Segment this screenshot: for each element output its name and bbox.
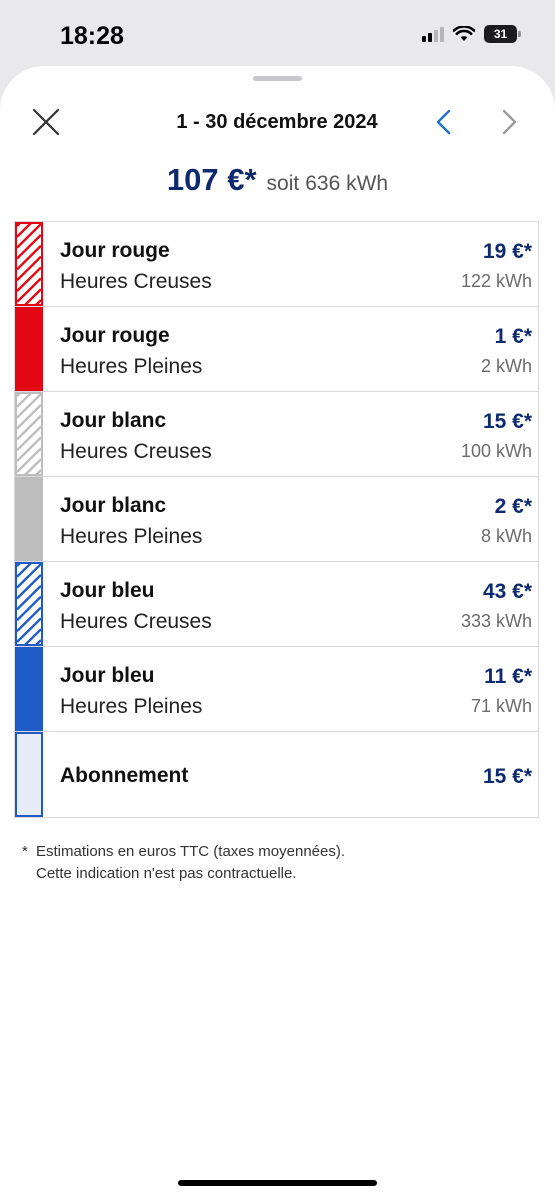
tariff-color-swatch (15, 477, 43, 561)
close-icon (32, 108, 60, 136)
tariff-price: 2 €* (494, 495, 532, 518)
total-energy: 636 kWh (305, 172, 389, 195)
tariff-color-swatch (15, 392, 43, 476)
tariff-row: Jour blanc Heures Creuses 15 €* 100 kWh (15, 392, 538, 477)
tariff-price: 43 €* (482, 580, 532, 603)
detail-sheet: 1 - 30 décembre 2024 107 €* soit 636 kWh J… (0, 66, 555, 1200)
status-bar: 18:28 31 (0, 0, 555, 66)
summary-soit: soit (266, 172, 300, 195)
tariff-color-swatch (15, 307, 43, 391)
tariff-color-swatch (15, 222, 43, 306)
status-icons: 31 (422, 25, 521, 43)
next-period-button[interactable] (493, 104, 525, 140)
tariff-energy: 2 kWh (480, 356, 532, 376)
tariff-energy: 333 kWh (460, 611, 532, 631)
tariff-row: Jour rouge Heures Pleines 1 €* 2 kWh (15, 307, 538, 392)
footnote-line-2: Cette indication n'est pas contractuelle… (36, 865, 297, 882)
tariff-energy: 71 kWh (470, 696, 532, 716)
total-amount: 107 €* (166, 162, 257, 197)
tariff-subtitle: Heures Creuses (60, 440, 212, 463)
tariff-price: 11 €* (484, 665, 532, 688)
tariff-subtitle: Heures Creuses (60, 270, 212, 293)
home-indicator (178, 1180, 377, 1186)
tariff-title: Jour bleu (60, 664, 155, 687)
chevron-left-icon (436, 109, 451, 135)
period-title: 1 - 30 décembre 2024 (176, 111, 378, 133)
footnote-line-1: Estimations en euros TTC (taxes moyennée… (36, 843, 346, 860)
footnote: * Estimations en euros TTC (taxes moyenn… (22, 841, 522, 885)
tariff-row: Jour rouge Heures Creuses 19 €* 122 kWh (15, 222, 538, 307)
wifi-icon (453, 26, 475, 41)
footnote-star: * (22, 843, 28, 860)
period-summary: 107 €* soit 636 kWh (0, 162, 555, 198)
previous-period-button[interactable] (428, 104, 460, 140)
tariff-title: Jour blanc (60, 409, 167, 432)
tariff-energy: 8 kWh (480, 526, 532, 546)
tariff-title: Jour rouge (60, 324, 170, 347)
tariff-color-swatch (15, 647, 43, 731)
sheet-grabber[interactable] (253, 76, 302, 81)
tariff-color-swatch (15, 562, 43, 646)
tariff-title: Abonnement (60, 764, 189, 787)
tariff-subtitle: Heures Pleines (60, 525, 203, 548)
status-time: 18:28 (60, 22, 124, 50)
tariff-energy: 100 kWh (460, 441, 532, 461)
tariff-row: Jour blanc Heures Pleines 2 €* 8 kWh (15, 477, 538, 562)
close-button[interactable] (28, 104, 64, 140)
tariff-energy: 122 kWh (460, 271, 532, 291)
tariff-list: Jour rouge Heures Creuses 19 €* 122 kWh Jour… (14, 221, 539, 818)
cellular-signal-icon (422, 26, 444, 42)
tariff-row: Jour bleu Heures Pleines 11 €* 71 kWh (15, 647, 538, 732)
tariff-price: 19 €* (482, 240, 532, 263)
chevron-right-icon (502, 109, 517, 135)
tariff-color-swatch (15, 732, 43, 817)
tariff-price: 15 €* (482, 765, 532, 788)
tariff-title: Jour rouge (60, 239, 170, 262)
tariff-subtitle: Heures Pleines (60, 355, 203, 378)
tariff-title: Jour bleu (60, 579, 155, 602)
battery-icon: 31 (484, 25, 521, 43)
tariff-subtitle: Heures Creuses (60, 610, 212, 633)
tariff-row: Abonnement 15 €* (15, 732, 538, 817)
tariff-price: 15 €* (482, 410, 532, 433)
tariff-price: 1 €* (494, 325, 532, 348)
tariff-subtitle: Heures Pleines (60, 695, 203, 718)
tariff-title: Jour blanc (60, 494, 167, 517)
tariff-row: Jour bleu Heures Creuses 43 €* 333 kWh (15, 562, 538, 647)
